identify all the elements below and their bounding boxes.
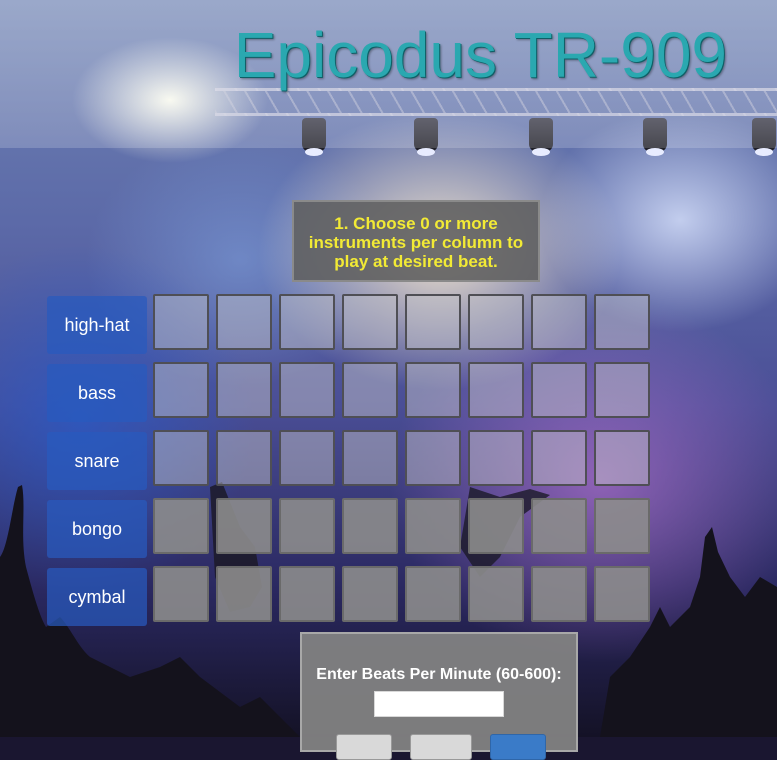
beat-cell[interactable] [342,362,398,418]
app-title: Epicodus TR-909 [233,19,727,91]
beat-cell[interactable] [216,566,272,622]
beat-cell[interactable] [405,498,461,554]
beat-cell[interactable] [531,498,587,554]
beat-cell[interactable] [468,566,524,622]
control-button[interactable] [336,734,392,760]
beat-cell[interactable] [468,430,524,486]
instrument-label: bass [47,364,147,422]
beat-cell[interactable] [216,362,272,418]
beat-cell[interactable] [216,294,272,350]
beat-cell[interactable] [594,362,650,418]
bpm-input[interactable] [374,691,504,717]
beat-cell[interactable] [153,498,209,554]
beat-cell[interactable] [405,362,461,418]
beat-cell[interactable] [153,430,209,486]
beat-cell[interactable] [153,566,209,622]
bpm-label: Enter Beats Per Minute (60-600): [316,666,562,683]
beat-cell[interactable] [468,498,524,554]
beat-cell[interactable] [531,566,587,622]
beat-cell[interactable] [279,566,335,622]
instrument-label: cymbal [47,568,147,626]
beat-cell[interactable] [216,430,272,486]
instrument-label: bongo [47,500,147,558]
beat-cell[interactable] [279,498,335,554]
beat-cell[interactable] [468,294,524,350]
beat-cell[interactable] [594,430,650,486]
instrument-label: snare [47,432,147,490]
beat-cell[interactable] [468,362,524,418]
instructions-panel: 1. Choose 0 or more instruments per colu… [292,200,540,282]
beat-cell[interactable] [594,498,650,554]
beat-cell[interactable] [342,294,398,350]
beat-cell[interactable] [405,566,461,622]
beat-cell[interactable] [531,430,587,486]
beat-cell[interactable] [153,294,209,350]
beat-cell[interactable] [342,566,398,622]
submit-button[interactable] [490,734,546,760]
beat-cell[interactable] [153,362,209,418]
beat-cell[interactable] [342,430,398,486]
beat-cell[interactable] [279,362,335,418]
beat-cell[interactable] [405,430,461,486]
beat-cell[interactable] [594,566,650,622]
beat-cell[interactable] [594,294,650,350]
bpm-panel: Enter Beats Per Minute (60-600): [300,632,578,760]
beat-cell[interactable] [405,294,461,350]
beat-cell[interactable] [279,294,335,350]
beat-cell[interactable] [531,362,587,418]
control-button[interactable] [410,734,472,760]
beat-cell[interactable] [279,430,335,486]
beat-cell[interactable] [531,294,587,350]
beat-cell[interactable] [342,498,398,554]
beat-cell[interactable] [216,498,272,554]
instrument-label: high-hat [47,296,147,354]
